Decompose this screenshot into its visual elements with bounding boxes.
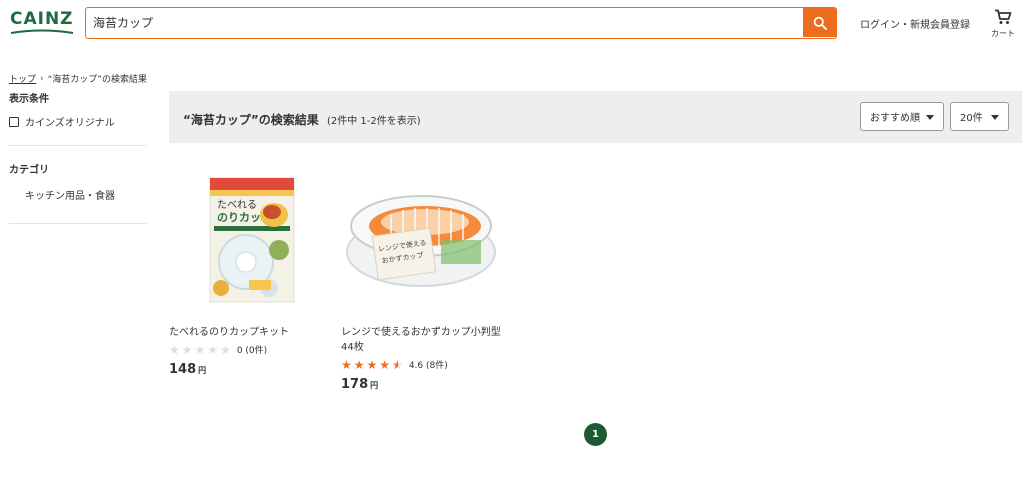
star-full-icon: ★	[341, 357, 352, 372]
caret-down-icon	[991, 115, 999, 120]
product-card[interactable]: レンジで使える おかずカップ レンジで使えるおかずカップ小判型44枚 ★ ★ ★…	[341, 170, 501, 392]
breadcrumb-current: “海苔カップ”の検索結果	[47, 75, 147, 85]
price-currency: 円	[370, 381, 379, 390]
cart-icon	[995, 9, 1012, 24]
chevron-right-icon: ›	[40, 73, 44, 84]
star-empty-icon: ★	[181, 342, 193, 357]
rating-text: 4.6 (8件)	[408, 361, 448, 371]
price-value: 148	[169, 362, 197, 377]
star-empty-icon: ★	[220, 342, 231, 357]
pagination-page-1[interactable]: 1	[584, 423, 607, 446]
search-input[interactable]	[86, 8, 802, 37]
star-full-icon: ★	[366, 357, 378, 372]
cart-label: カート	[991, 29, 1015, 38]
breadcrumb: トップ › “海苔カップ”の検索結果	[9, 72, 147, 86]
search-box	[85, 7, 837, 39]
display-conditions-heading: 表示条件	[9, 94, 49, 105]
sidebar-divider	[9, 223, 147, 224]
result-count: (2件中 1-2件を表示)	[326, 116, 421, 127]
star-half-icon: ★ ★	[392, 357, 403, 372]
product-rating: ★ ★ ★ ★ ★ ★ 4.6 (8件)	[341, 357, 501, 372]
svg-text:たべれる: たべれる	[217, 199, 257, 211]
per-page-select-value: 20件	[960, 113, 983, 124]
product-image[interactable]: たべれる のりカップ	[169, 170, 329, 310]
side-dish-cup-package-image: レンジで使える おかずカップ	[346, 195, 496, 287]
price-value: 178	[341, 377, 369, 392]
product-price: 178 円	[341, 377, 501, 392]
rating-text: 0 (0件)	[236, 346, 268, 356]
caret-down-icon	[926, 115, 934, 120]
price-currency: 円	[198, 366, 207, 375]
search-button[interactable]	[803, 8, 836, 37]
product-card[interactable]: たべれる のりカップ たべれるのりカップキット ★ ★ ★ ★ ★ 0 (0件)…	[169, 170, 329, 377]
product-name[interactable]: たべれるのりカップキット	[169, 325, 329, 340]
product-price: 148 円	[169, 362, 329, 377]
category-item-kitchen[interactable]: キッチン用品・食器	[9, 187, 147, 202]
cainz-original-checkbox[interactable]	[9, 116, 19, 127]
cart-button[interactable]: カート	[988, 9, 1018, 39]
result-title-text: “海苔カップ”の検索結果	[183, 113, 319, 127]
filter-sidebar: 表示条件 カインズオリジナル カテゴリ キッチン用品・食器	[9, 90, 147, 224]
star-full-icon: ★	[379, 357, 391, 372]
search-result-bar: “海苔カップ”の検索結果 (2件中 1-2件を表示) おすすめ順 20件	[169, 91, 1022, 143]
cainz-original-filter[interactable]: カインズオリジナル	[9, 114, 147, 129]
star-empty-icon: ★	[169, 342, 180, 357]
category-heading: カテゴリ	[9, 165, 49, 176]
star-full-icon: ★	[353, 357, 365, 372]
sidebar-divider	[9, 145, 147, 146]
product-image[interactable]: レンジで使える おかずカップ	[341, 170, 501, 310]
login-register-link[interactable]: ログイン・新規会員登録	[860, 16, 970, 31]
seaweed-cup-kit-package-image: たべれる のりカップ	[209, 177, 295, 303]
star-empty-icon: ★	[207, 342, 219, 357]
per-page-select[interactable]: 20件	[950, 102, 1009, 131]
cainz-original-label: カインズオリジナル	[25, 118, 115, 129]
star-empty-icon: ★	[194, 342, 206, 357]
product-name[interactable]: レンジで使えるおかずカップ小判型44枚	[341, 325, 501, 355]
result-title: “海苔カップ”の検索結果 (2件中 1-2件を表示)	[183, 111, 421, 128]
product-rating: ★ ★ ★ ★ ★ 0 (0件)	[169, 342, 329, 357]
sort-select[interactable]: おすすめ順	[860, 102, 944, 131]
sort-select-value: おすすめ順	[870, 113, 920, 124]
breadcrumb-home-link[interactable]: トップ	[9, 72, 36, 85]
header: CAINZ ログイン・新規会員登録 カート	[0, 0, 1024, 46]
search-icon	[813, 16, 827, 30]
logo-swoosh-icon	[10, 29, 74, 34]
logo-text: CAINZ	[10, 9, 74, 29]
cainz-logo[interactable]: CAINZ	[10, 10, 76, 36]
